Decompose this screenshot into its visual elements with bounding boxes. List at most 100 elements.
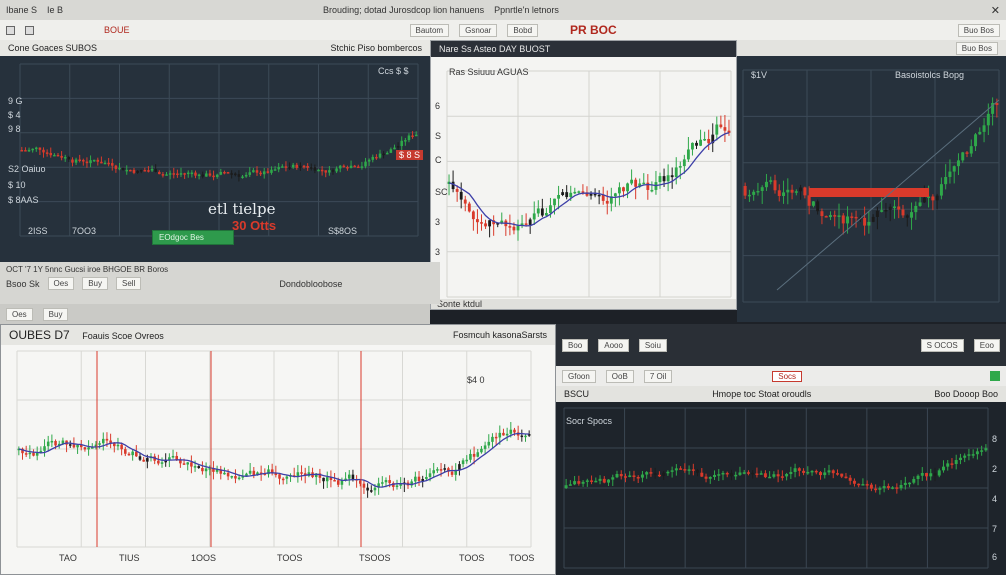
candle-body <box>370 490 373 492</box>
lower-chip-1[interactable]: Oes <box>6 307 33 321</box>
candle-body <box>723 127 727 131</box>
lower-chip-2[interactable]: Buy <box>42 307 69 321</box>
candle-body <box>455 189 459 192</box>
panel-tl-ylabel-6: $ 8AAS <box>8 195 39 205</box>
toolbar-doc-label[interactable]: BOUE <box>104 25 130 35</box>
candle-body <box>60 155 63 158</box>
mid-chip-3[interactable]: Sell <box>116 277 142 290</box>
candle-body <box>912 479 916 483</box>
candle-body <box>45 152 49 154</box>
panel-tm-footer: Sonte ktdul <box>431 299 736 309</box>
buy-button[interactable]: EOdgoc Bes <box>152 230 234 245</box>
candle-body <box>828 215 832 218</box>
panel-bl-xlabel-1: TAO <box>59 553 77 563</box>
candle-body <box>895 487 899 489</box>
candle-body <box>182 463 186 465</box>
candle-body <box>602 478 606 483</box>
menu-icon[interactable] <box>6 25 15 35</box>
candle-body <box>646 182 650 190</box>
panel-tl-ylabel-1: 9 G <box>8 96 23 106</box>
panel-bl-xlabel-6: TOOS <box>459 553 485 563</box>
candle-body <box>451 181 455 190</box>
candle-body <box>734 474 738 477</box>
candle-body <box>143 170 147 172</box>
chart-tm <box>446 70 732 298</box>
candle-body <box>509 429 513 434</box>
mid-strip-lower: Oes Buy <box>0 304 430 324</box>
candle-body <box>103 162 107 165</box>
candle-body <box>197 174 201 177</box>
candle-body <box>854 216 858 219</box>
candle-body <box>755 473 759 475</box>
candle-body <box>980 450 984 452</box>
candle-body <box>573 481 577 485</box>
candle-body <box>869 484 873 489</box>
candle-body <box>674 468 678 471</box>
toolbar-chip-1[interactable]: Bautom <box>409 23 450 37</box>
candle-body <box>640 474 644 478</box>
candle-body <box>35 147 38 150</box>
candle-body <box>116 444 120 447</box>
candle-body <box>244 174 248 177</box>
candle-body <box>922 197 926 203</box>
candle-body <box>107 162 110 165</box>
candle-body <box>662 472 666 476</box>
candle-body <box>43 446 46 451</box>
candle-body <box>223 171 226 174</box>
candle-body <box>158 171 161 175</box>
candle-body <box>961 152 965 161</box>
candle-body <box>933 473 937 476</box>
candle-body <box>136 170 139 173</box>
candle-body <box>190 462 193 467</box>
candle-body <box>118 167 121 170</box>
candle-body <box>72 444 76 448</box>
candle-body <box>626 183 629 192</box>
candle-body <box>132 169 136 173</box>
candle-body <box>150 169 154 171</box>
close-icon[interactable]: ✕ <box>991 4 1000 17</box>
candle-body <box>467 203 471 212</box>
candle-body <box>827 470 831 473</box>
panel-tl-watermark: etl tielpe <box>208 200 276 218</box>
toolbar-chip-2[interactable]: Gsnoar <box>459 23 498 37</box>
candle-body <box>270 169 273 173</box>
candle-body <box>324 170 328 173</box>
candle-body <box>768 476 772 479</box>
candle-body <box>138 456 142 460</box>
toolbar-chip-3[interactable]: Bobd <box>507 23 539 37</box>
candle-body <box>760 187 764 191</box>
candle-body <box>634 179 638 187</box>
mid-chip-2[interactable]: Buy <box>82 277 108 290</box>
candle-body <box>24 150 27 152</box>
candle-body <box>248 172 252 175</box>
candle-body <box>662 176 666 182</box>
panel-tl-ylabel-5: $ 10 <box>8 180 26 190</box>
candle-body <box>857 483 861 486</box>
candle-body <box>772 474 776 477</box>
candle-body <box>622 187 625 192</box>
candle-body <box>950 463 954 465</box>
candle-body <box>553 198 556 206</box>
panel-tr-title: Basoistolcs Bopg <box>895 70 965 80</box>
toolbar-right-chip[interactable]: Buo Bos <box>957 23 1000 37</box>
candle-body <box>230 476 234 478</box>
panel-bl-xlabel-4: TOOS <box>277 553 303 563</box>
candle-body <box>686 149 690 160</box>
panel-tl-price-flag: $ 8 S <box>396 150 424 160</box>
mid-chip-1[interactable]: Oes <box>47 277 75 290</box>
candle-body <box>920 473 924 476</box>
candle-body <box>719 124 723 128</box>
candle-body <box>946 463 950 467</box>
candle-body <box>120 444 123 450</box>
candle-body <box>498 432 502 438</box>
candle-body <box>168 173 172 175</box>
candle-body <box>824 216 828 218</box>
grid-icon[interactable] <box>25 25 34 35</box>
candle-body <box>46 441 50 447</box>
candle-body <box>278 474 281 479</box>
candle-body <box>691 142 694 150</box>
candle-body <box>428 473 432 478</box>
candle-body <box>223 472 226 475</box>
candle-body <box>597 194 601 197</box>
candle-body <box>322 477 325 482</box>
